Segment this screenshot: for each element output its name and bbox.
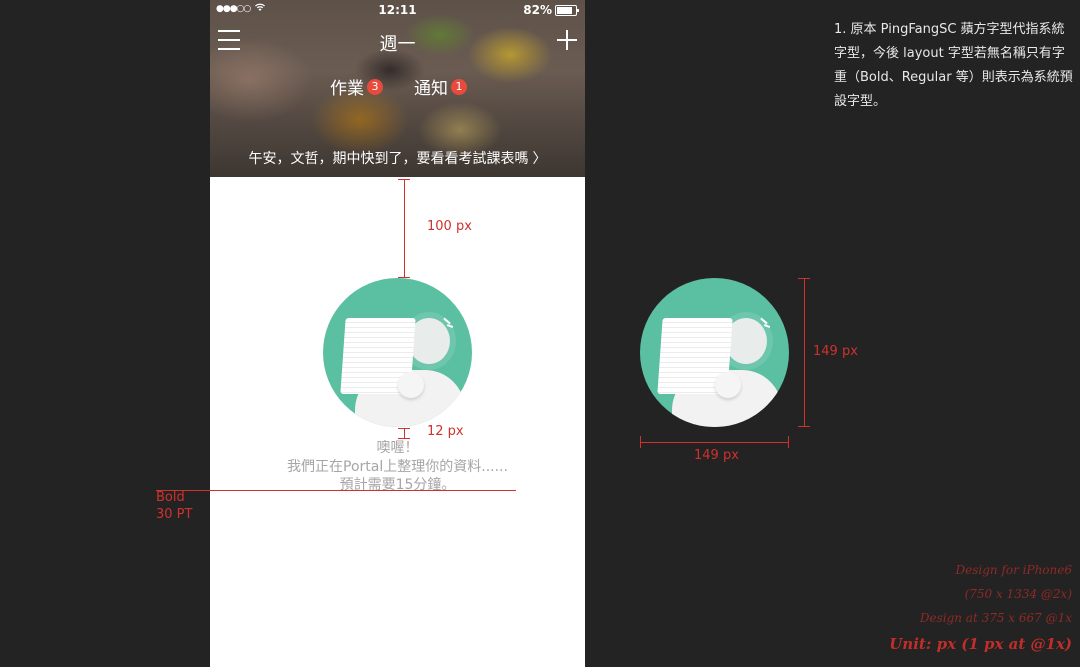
measure-line-height [804, 278, 805, 427]
phone-screen: ●●●○○ 12:11 82% 週一 作業 3 通知 1 午安，文哲，期中快到了，要… [210, 0, 585, 667]
font-weight-label: Bold [156, 490, 185, 505]
tab-notifications[interactable]: 通知 1 [414, 74, 467, 99]
page-title: 週一 [379, 34, 416, 55]
spacing-bottom-label: 12 px [427, 424, 464, 439]
battery-percent: 82% [523, 3, 552, 17]
chevron-right-icon: 〉 [532, 151, 547, 167]
illustration-spec [640, 278, 789, 427]
measure-line-width [640, 442, 789, 443]
status-bar: ●●●○○ 12:11 82% [210, 0, 585, 20]
design-scale: Design at 375 x 667 @1x [919, 611, 1072, 625]
battery-icon [555, 5, 579, 16]
spacing-top-label: 100 px [427, 219, 472, 234]
tab-homework[interactable]: 作業 3 [330, 74, 383, 99]
tab-homework-label: 作業 [330, 79, 364, 99]
illustration-width-label: 149 px [694, 448, 739, 463]
font-note: 1. 原本 PingFangSC 蘋方字型代指系統字型，今後 layout 字型… [834, 22, 1073, 109]
measure-tick [398, 277, 410, 278]
font-size-label: 30 PT [156, 507, 193, 522]
notification-count-badge: 1 [451, 78, 467, 95]
illustration-height-label: 149 px [813, 344, 858, 359]
measure-tick [788, 436, 789, 448]
add-icon[interactable] [557, 30, 577, 50]
greeting-link[interactable]: 午安，文哲，期中快到了，要看看考試課表嗎〉 [210, 148, 585, 168]
font-baseline-guide [156, 490, 516, 491]
empty-message: 我們正在Portal上整理你的資料...... [287, 459, 508, 475]
measure-tick [398, 438, 410, 439]
greeting-text: 午安，文哲，期中快到了，要看看考試課表嗎 [248, 151, 529, 167]
measure-line-top-gap [404, 179, 405, 278]
empty-state-illustration [323, 278, 472, 427]
design-resolution: (750 x 1334 @2x) [964, 587, 1072, 601]
design-device: Design for iPhone6 [955, 563, 1073, 577]
navbar: 週一 [210, 22, 585, 62]
empty-title: 噢喔！ [376, 440, 419, 456]
tab-bar: 作業 3 通知 1 [210, 74, 585, 100]
design-unit: Unit: px (1 px at @1x) [889, 635, 1072, 653]
tab-notifications-label: 通知 [414, 79, 448, 99]
empty-eta: 預計需要15分鐘。 [339, 477, 456, 493]
measure-tick [798, 426, 810, 427]
homework-count-badge: 3 [367, 78, 383, 95]
